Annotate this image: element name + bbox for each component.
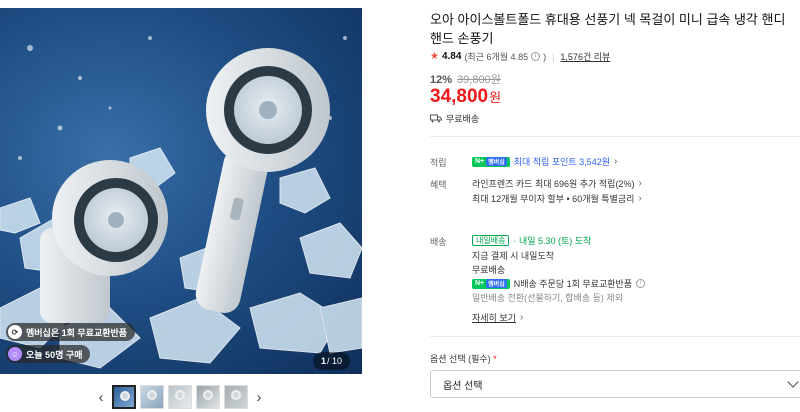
chevron-right-icon: › <box>638 178 642 189</box>
chevron-right-icon: › <box>519 312 524 323</box>
membership-badge: ⟳ 멤버십은 1회 무료교환반품 <box>6 323 136 341</box>
details-link[interactable]: 자세히 보기 <box>472 311 516 324</box>
chevron-down-icon <box>787 376 799 388</box>
product-title: 오아 아이스볼트폴드 휴대용 선풍기 넥 목걸이 미니 급속 냉각 핸디 핸드 … <box>430 12 786 46</box>
arrival-text: · 내일 5.30 (토) 도착 <box>513 236 592 246</box>
card-benefit-text: 라인프렌즈 카드 최대 696원 추가 적립(2%) <box>472 179 635 189</box>
installment-row[interactable]: 최대 12개월 무이자 할부 • 60개월 특별금리 › <box>472 192 642 205</box>
option-label: 옵션 선택 (필수) * <box>430 352 497 365</box>
thumb-next-icon[interactable]: › <box>252 386 266 408</box>
rating-recent-close: ) <box>543 51 547 62</box>
npay-membership-badge: N+ 멤버십 <box>472 278 510 289</box>
thumbnail-strip: ‹ › <box>94 384 266 410</box>
image-counter-total: / 10 <box>326 356 342 366</box>
card-benefit-row[interactable]: 라인프렌즈 카드 최대 696원 추가 적립(2%) › <box>472 177 642 190</box>
image-counter-current: 1 <box>320 356 326 366</box>
npay-label: N+ <box>475 280 485 287</box>
benefit-label: 혜택 <box>430 180 447 190</box>
discount-percent: 12% <box>430 74 453 86</box>
npay-membership-badge: N+ 멤버십 <box>472 156 510 167</box>
sale-price: 34,800 원 <box>430 86 501 108</box>
rating-recent: (최근 6개월 4.85 <box>464 52 529 62</box>
purchases-badge-text: 오늘 50명 구매 <box>26 349 83 360</box>
free-shipping-row: 무료배송 <box>472 263 505 276</box>
thumbnail-1[interactable] <box>112 385 136 409</box>
npay-member-label: 멤버십 <box>486 279 507 288</box>
shipping-row: 무료배송 <box>430 112 479 125</box>
chevron-right-icon: › <box>613 156 618 167</box>
option-select[interactable]: 옵션 선택 <box>430 370 800 398</box>
membership-badge-text: 멤버십은 1회 무료교환반품 <box>26 327 128 338</box>
thumbnail-2[interactable] <box>140 385 164 409</box>
thumb-fan-icon <box>147 390 157 400</box>
truck-icon <box>430 114 442 123</box>
points-text: 최대 적립 포인트 3,542원 <box>513 157 610 167</box>
thumbnail-4[interactable] <box>196 385 220 409</box>
option-select-value: 옵션 선택 <box>443 380 483 392</box>
shipping-text: 무료배송 <box>446 114 480 124</box>
product-main-image[interactable]: ⟳ 멤버십은 1회 무료교환반품 ☺ 오늘 50명 구매 1 / 10 <box>0 8 362 374</box>
thumbnail-5[interactable] <box>224 385 248 409</box>
points-row[interactable]: N+ 멤버십 최대 적립 포인트 3,542원 › <box>472 155 617 168</box>
rating-separator: | <box>552 51 555 62</box>
thumb-prev-icon[interactable]: ‹ <box>94 386 108 408</box>
purchase-icon: ☺ <box>8 347 22 361</box>
option-label-text: 옵션 선택 (필수) <box>430 354 491 364</box>
star-icon: ★ <box>430 51 439 62</box>
free-shipping-text: 무료배송 <box>472 265 506 275</box>
thumb-fan-icon <box>203 390 213 400</box>
chevron-right-icon: › <box>638 193 642 204</box>
thumb-fan-icon <box>231 390 241 400</box>
tomorrow-delivery-badge: 내일배송 <box>472 235 510 246</box>
pay-now-row: 지금 결제 시 내일도착 <box>472 249 554 262</box>
npay-member-label: 멤버십 <box>486 157 507 166</box>
divider <box>430 136 800 137</box>
npay-label: N+ <box>475 158 485 165</box>
thumb-fan-icon <box>175 390 185 400</box>
thumb-fan-icon <box>120 391 130 401</box>
npay-return-row: N+ 멤버십 N배송 주문당 1회 무료교환반품 i <box>472 277 646 290</box>
product-page: ⟳ 멤버십은 1회 무료교환반품 ☺ 오늘 50명 구매 1 / 10 ‹ › … <box>0 0 800 412</box>
required-mark: * <box>493 354 497 364</box>
general-return-text: 일반배송 전환(선물하기, 합배송 등) 제외 <box>472 293 623 303</box>
details-link-row[interactable]: 자세히 보기 › <box>472 311 523 324</box>
info-icon[interactable]: i <box>531 52 541 61</box>
membership-icon: ⟳ <box>8 325 22 339</box>
pay-now-text: 지금 결제 시 내일도착 <box>472 251 555 261</box>
purchases-badge: ☺ 오늘 50명 구매 <box>6 345 91 363</box>
discount-row: 12% 39,800원 <box>430 71 501 87</box>
delivery-arrival-row: 내일배송 · 내일 5.30 (토) 도착 <box>472 234 591 247</box>
installment-text: 최대 12개월 무이자 할부 • 60개월 특별금리 <box>472 194 635 204</box>
rating-score: 4.84 <box>441 51 462 62</box>
delivery-label: 배송 <box>430 237 447 247</box>
image-counter: 1 / 10 <box>312 352 350 370</box>
thumbnail-3[interactable] <box>168 385 192 409</box>
points-label: 적립 <box>430 158 447 168</box>
sale-price-unit: 원 <box>489 90 502 105</box>
review-count-link[interactable]: 1,576건 리뷰 <box>560 50 610 63</box>
product-photo <box>0 36 362 369</box>
info-icon[interactable]: i <box>636 279 646 288</box>
sale-price-number: 34,800 <box>430 86 489 107</box>
general-return-row: 일반배송 전환(선물하기, 합배송 등) 제외 <box>472 291 623 304</box>
divider <box>430 336 800 337</box>
npay-return-text: N배송 주문당 1회 무료교환반품 <box>513 279 633 289</box>
rating-row: ★ 4.84 (최근 6개월 4.85 i ) | 1,576건 리뷰 <box>430 50 610 63</box>
original-price: 39,800원 <box>457 74 501 86</box>
